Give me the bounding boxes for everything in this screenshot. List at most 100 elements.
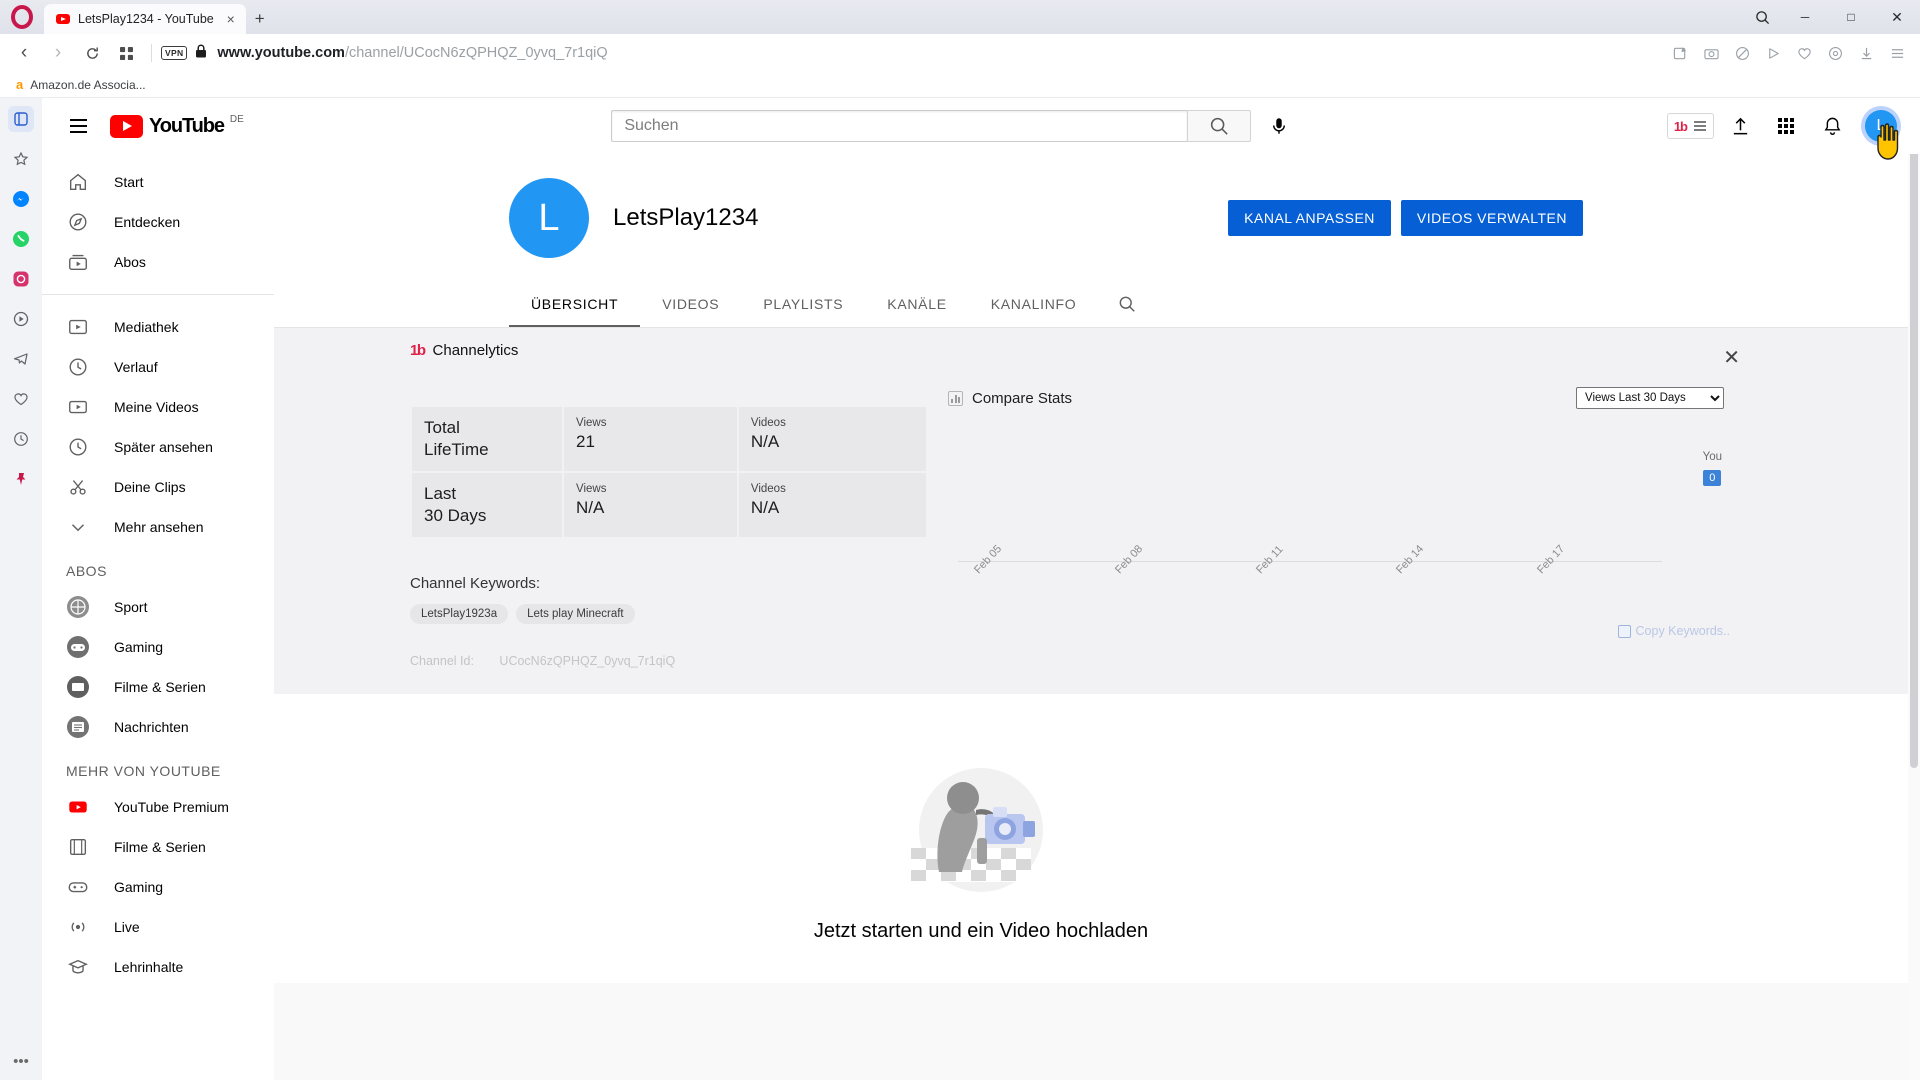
channelytics-logo-icon: 1b xyxy=(410,342,426,359)
sidebar-item-start[interactable]: Start xyxy=(42,162,274,202)
sidebar-item-abos[interactable]: Abos xyxy=(42,242,274,282)
sidebar-item-nachrichten[interactable]: Nachrichten xyxy=(42,707,274,747)
search-input[interactable] xyxy=(611,110,1188,142)
keyword-chip[interactable]: LetsPlay1923a xyxy=(410,604,509,625)
download-icon[interactable] xyxy=(1851,38,1881,68)
sidebar-item-gaming[interactable]: Gaming xyxy=(42,627,274,667)
channel-avatar: L xyxy=(509,178,589,258)
reload-icon[interactable] xyxy=(76,38,108,68)
copy-keywords-label: Copy Keywords.. xyxy=(1635,624,1730,638)
sidebar-item-gaming[interactable]: Gaming xyxy=(42,867,274,907)
keyword-chip[interactable]: Lets play Minecraft xyxy=(516,604,635,625)
tab-uebersicht[interactable]: ÜBERSICHT xyxy=(509,280,641,327)
close-icon[interactable]: × xyxy=(222,10,240,28)
search-button[interactable] xyxy=(1187,110,1252,142)
tab-strip: LetsPlay1234 - YouTube × + xyxy=(44,0,274,34)
sidebar-item-filme-serien[interactable]: Filme & Serien xyxy=(42,827,274,867)
heart-icon[interactable] xyxy=(1789,38,1819,68)
live-icon xyxy=(66,915,90,939)
url-domain: www.youtube.com xyxy=(217,45,345,61)
x-tick-label: Feb 17 xyxy=(1535,542,1568,577)
star-icon[interactable] xyxy=(8,146,34,172)
x-tick-label: Feb 05 xyxy=(972,542,1005,577)
opera-logo xyxy=(0,0,44,34)
sidebar-item-mehr-ansehen[interactable]: Mehr ansehen xyxy=(42,507,274,547)
table-row: Total LifeTime Views 21 Videos N/A xyxy=(412,407,926,472)
keyword-chips: LetsPlay1923a Lets play Minecraft xyxy=(410,604,930,625)
menu-icon[interactable] xyxy=(1882,38,1912,68)
voice-search-button[interactable] xyxy=(1259,106,1299,146)
sidebar-item-sport[interactable]: Sport xyxy=(42,587,274,627)
camera-icon[interactable] xyxy=(1696,38,1726,68)
period-line-1: Total xyxy=(424,418,460,437)
rail-more-icon[interactable]: ••• xyxy=(13,1053,29,1070)
history-icon[interactable] xyxy=(8,426,34,452)
sidebar-item-entdecken[interactable]: Entdecken xyxy=(42,202,274,242)
account-avatar-button[interactable]: L xyxy=(1858,103,1904,160)
speed-dial-icon[interactable] xyxy=(110,38,142,68)
sidebar-item-live[interactable]: Live xyxy=(42,907,274,947)
compare-stats-label: Compare Stats xyxy=(972,389,1073,407)
upload-icon[interactable] xyxy=(1720,106,1760,146)
guide-menu-button[interactable] xyxy=(58,106,98,146)
edit-icon[interactable] xyxy=(1665,38,1695,68)
youtube-logo[interactable]: YouTube DE xyxy=(110,114,244,138)
panel-close-button[interactable]: ✕ xyxy=(1723,348,1740,368)
instagram-icon[interactable] xyxy=(8,266,34,292)
manage-videos-button[interactable]: VIDEOS VERWALTEN xyxy=(1400,200,1583,236)
channelytics-extension-button[interactable]: 1b xyxy=(1666,113,1714,139)
sidebar-item-lehrinhalte[interactable]: Lehrinhalte xyxy=(42,947,274,987)
channelytics-panel: 1b Channelytics ✕ Total LifeTime Views 2… xyxy=(42,328,1920,695)
film-icon xyxy=(66,835,90,859)
sidebar-item-mediathek[interactable]: Mediathek xyxy=(42,307,274,347)
window-close-button[interactable]: ✕ xyxy=(1874,0,1920,34)
tab-videos[interactable]: VIDEOS xyxy=(640,280,741,327)
block-icon[interactable] xyxy=(1727,38,1757,68)
sidebar-item-label: Mehr ansehen xyxy=(114,519,204,535)
lock-icon[interactable] xyxy=(195,44,207,63)
bookmark-item[interactable]: a Amazon.de Associa... xyxy=(10,75,152,94)
sidebar-section-title: MEHR VON YOUTUBE xyxy=(66,763,221,779)
tab-playlists[interactable]: PLAYLISTS xyxy=(741,280,865,327)
copy-keywords-button[interactable]: Copy Keywords.. xyxy=(1617,624,1730,638)
customize-channel-button[interactable]: KANAL ANPASSEN xyxy=(1228,200,1391,236)
youtube-guide-sidebar: Start Entdecken Abos Mediathek Verlauf Meine … xyxy=(42,154,274,1080)
vpn-badge[interactable]: VPN xyxy=(161,45,188,61)
player-icon[interactable] xyxy=(8,306,34,332)
tab-kanalinfo[interactable]: KANALINFO xyxy=(969,280,1099,327)
minimize-button[interactable]: ─ xyxy=(1782,0,1828,34)
amazon-icon: a xyxy=(16,77,24,92)
messenger-icon[interactable] xyxy=(8,186,34,212)
whatsapp-icon[interactable] xyxy=(8,226,34,252)
workspace-icon[interactable] xyxy=(8,106,34,132)
address-bar[interactable]: www.youtube.com/channel/UCocN6zQPHQZ_0yv… xyxy=(217,45,1663,61)
sidebar-item-youtube-premium[interactable]: YouTube Premium xyxy=(42,787,274,827)
sidebar-item-sp-ter-ansehen[interactable]: Später ansehen xyxy=(42,427,274,467)
browser-tab[interactable]: LetsPlay1234 - YouTube × xyxy=(44,4,246,34)
views-label: Views xyxy=(576,483,607,496)
telegram-icon[interactable] xyxy=(8,346,34,372)
pin-icon[interactable] xyxy=(8,466,34,492)
sidebar-item-deine-clips[interactable]: Deine Clips xyxy=(42,467,274,507)
avatar: L xyxy=(1865,110,1897,142)
maximize-button[interactable]: □ xyxy=(1828,0,1874,34)
back-icon[interactable]: ‹ xyxy=(8,38,40,68)
new-tab-button[interactable]: + xyxy=(246,4,274,34)
compare-range-select[interactable]: Views Last 30 Days Views LifeTime Videos… xyxy=(1576,387,1724,409)
channelytics-title-label: Channelytics xyxy=(432,342,519,359)
apps-grid-icon[interactable] xyxy=(1766,106,1806,146)
scrollbar-thumb[interactable] xyxy=(1910,108,1918,768)
sidebar-item-meine-videos[interactable]: Meine Videos xyxy=(42,387,274,427)
notifications-bell-icon[interactable] xyxy=(1812,106,1852,146)
videos-label: Videos xyxy=(750,417,786,429)
player-icon[interactable] xyxy=(1758,38,1788,68)
extensions-icon[interactable] xyxy=(1820,38,1850,68)
sidebar-item-verlauf[interactable]: Verlauf xyxy=(42,347,274,387)
channel-search-icon[interactable] xyxy=(1098,281,1156,327)
page-scrollbar[interactable] xyxy=(1908,98,1920,1080)
window-search-icon[interactable] xyxy=(1742,0,1782,34)
sidebar-item-filme-serien[interactable]: Filme & Serien xyxy=(42,667,274,707)
heart-icon[interactable] xyxy=(8,386,34,412)
tab-kanaele[interactable]: KANÄLE xyxy=(865,280,968,327)
forward-icon[interactable]: › xyxy=(42,38,74,68)
